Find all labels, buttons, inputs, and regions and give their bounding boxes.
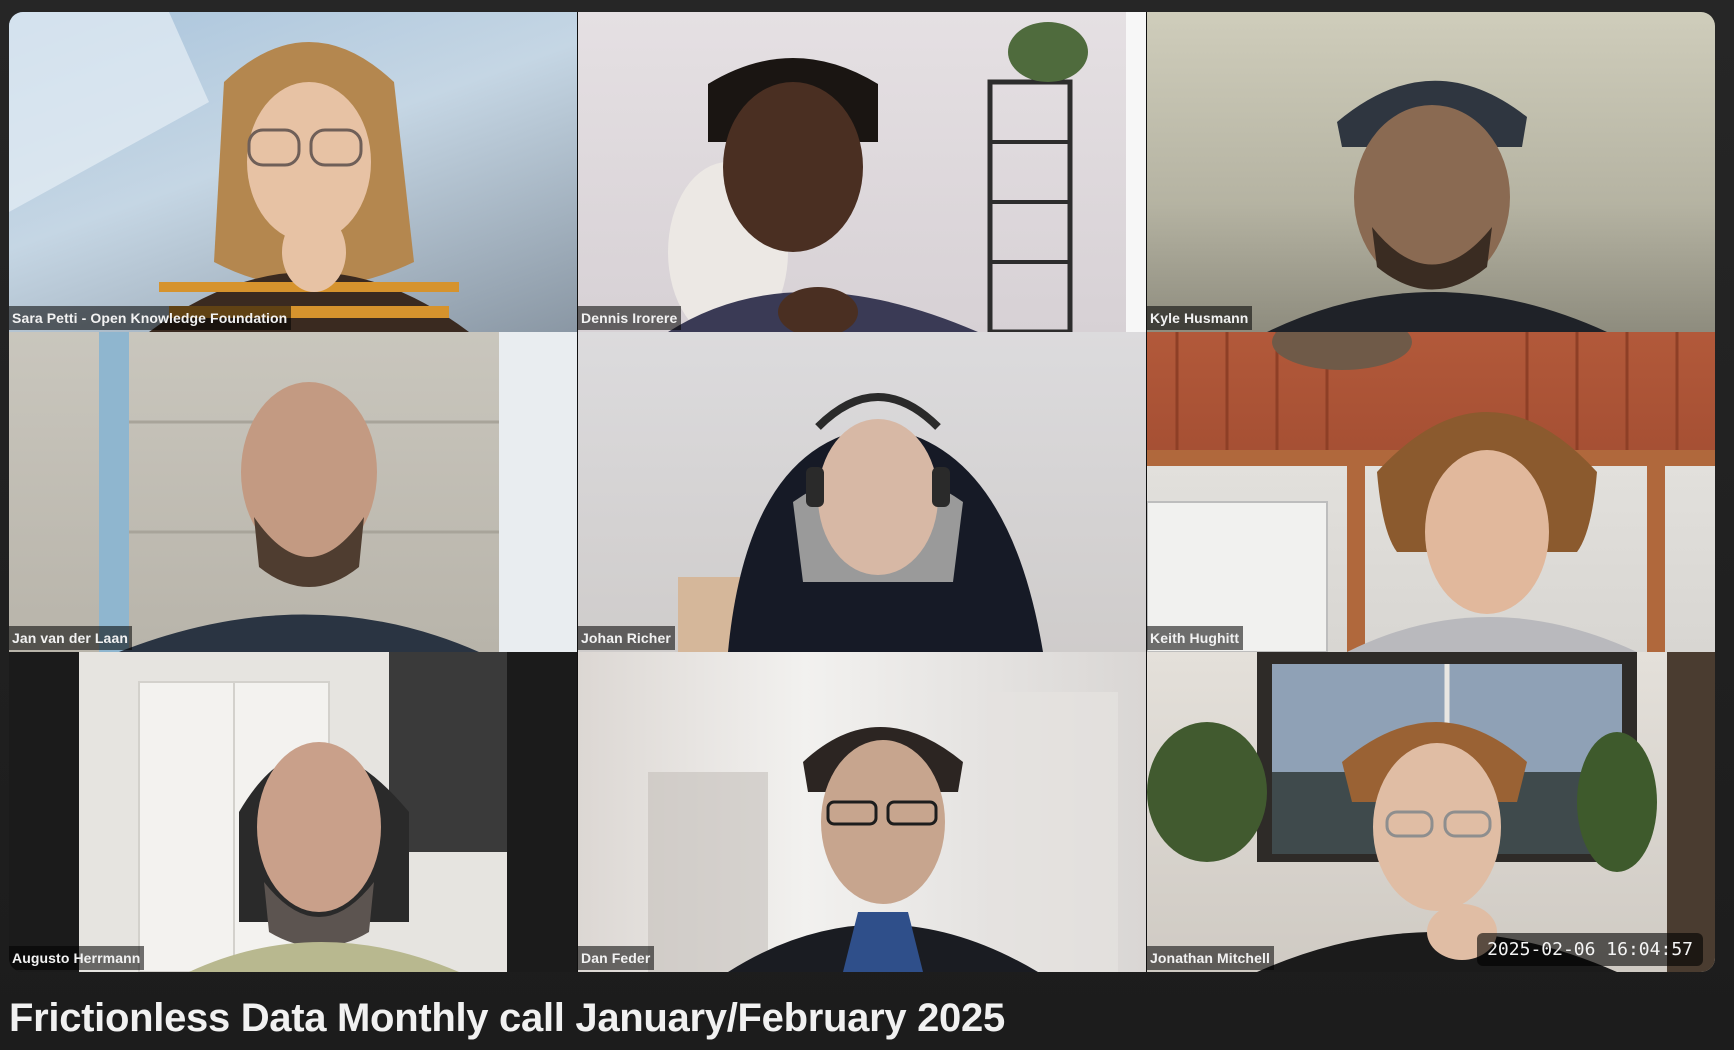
participant-tile-dan-feder: Dan Feder [578,652,1146,972]
participant-tile-sara-petti: Sara Petti - Open Knowledge Foundation [9,12,577,332]
participant-tile-dennis-irorere: Dennis Irorere [578,12,1146,332]
participant-video-jan-van-der-laan [99,332,577,652]
participant-name-label: Jan van der Laan [9,626,132,650]
participant-video-sara-petti [9,12,469,332]
participant-video-kyle-husmann [1267,80,1607,332]
participant-tile-johan-richer: Johan Richer [578,332,1146,652]
participant-tile-kyle-husmann: Kyle Husmann [1147,12,1715,332]
participant-tile-jonathan-mitchell: Jonathan Mitchell 2025-02-06 16:04:57 [1147,652,1715,972]
recording-timestamp: 2025-02-06 16:04:57 [1477,933,1703,966]
video-title: Frictionless Data Monthly call January/F… [9,996,1005,1040]
participant-name-label: Dennis Irorere [578,306,682,330]
participant-video-dennis-irorere [668,12,1146,332]
participant-name-label: Dan Feder [578,946,655,970]
participant-tile-keith-hughitt: Keith Hughitt [1147,332,1715,652]
participant-video-dan-feder [648,692,1118,972]
participant-name-label: Kyle Husmann [1147,306,1253,330]
participant-video-augusto-herrmann [79,652,507,972]
participant-video-keith-hughitt [1147,332,1715,652]
participant-name-label: Jonathan Mitchell [1147,946,1274,970]
participant-tile-augusto-herrmann: Augusto Herrmann [9,652,577,972]
video-call-grid: Sara Petti - Open Knowledge Foundation D… [9,12,1715,972]
participant-name-label: Augusto Herrmann [9,946,145,970]
video-player[interactable]: Sara Petti - Open Knowledge Foundation D… [0,0,1734,1050]
participant-video-jonathan-mitchell [1147,652,1715,972]
participant-tile-jan-van-der-laan: Jan van der Laan [9,332,577,652]
participant-video-johan-richer [678,393,1043,652]
participant-name-label: Keith Hughitt [1147,626,1244,650]
participant-name-label: Sara Petti - Open Knowledge Foundation [9,306,292,330]
participant-name-label: Johan Richer [578,626,675,650]
